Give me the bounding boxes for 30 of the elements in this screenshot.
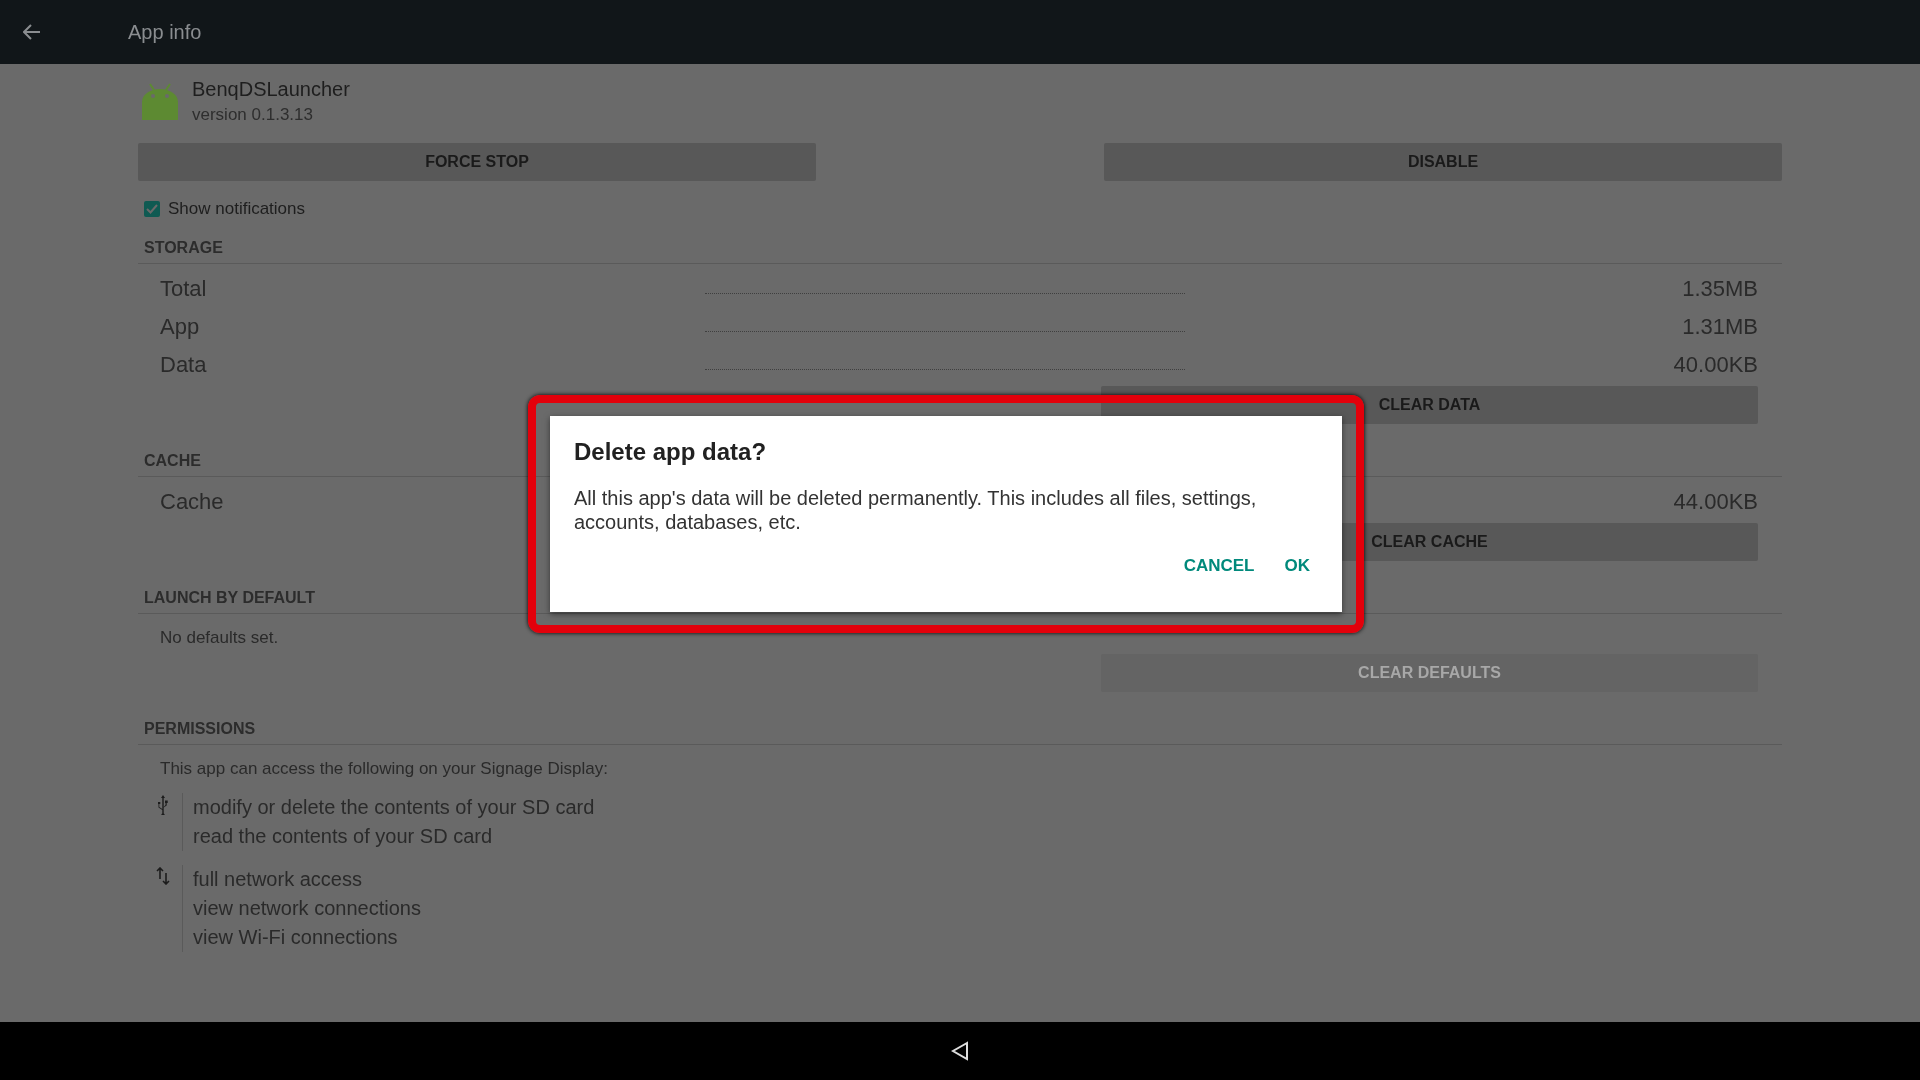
android-robot-icon [140, 81, 180, 122]
size-label: Total [160, 276, 207, 302]
permission-text: view Wi-Fi connections [193, 925, 399, 950]
action-button[interactable]: DISABLE [1104, 143, 1782, 181]
defaults-text: No defaults set. [160, 628, 280, 648]
app-name: BenqDSLauncher [192, 78, 350, 101]
back-arrow-icon [23, 24, 41, 40]
usb-icon [156, 795, 170, 815]
checkbox[interactable] [144, 201, 160, 217]
back-triangle-icon [951, 1041, 969, 1061]
permission-text: full network access [193, 867, 363, 892]
size-value: 44.00KB [1673, 489, 1758, 515]
checkbox-label: Show notifications [168, 199, 306, 219]
size-label: Data [160, 352, 207, 378]
permission-text: read the contents of your SD card [193, 824, 494, 849]
up-down-arrows-icon [156, 867, 170, 885]
permissions-intro: This app can access the following on your Signage Display: [160, 759, 609, 779]
size-label: Cache [160, 489, 224, 515]
size-value: 40.00KB [1673, 352, 1758, 378]
nav-back-button[interactable] [951, 1041, 969, 1061]
permission-text: view network connections [193, 896, 421, 921]
action-button[interactable]: FORCE STOP [138, 143, 816, 181]
section-header: STORAGE [138, 239, 1782, 264]
app-version: version 0.1.3.13 [192, 105, 314, 125]
permission-text: modify or delete the contents of your SD card [193, 795, 595, 820]
size-label: App [160, 314, 200, 340]
size-value: 1.31MB [1682, 314, 1758, 340]
size-value: 1.35MB [1682, 276, 1758, 302]
app-bar-title: App info [128, 20, 202, 44]
section-header: PERMISSIONS [138, 720, 1782, 745]
